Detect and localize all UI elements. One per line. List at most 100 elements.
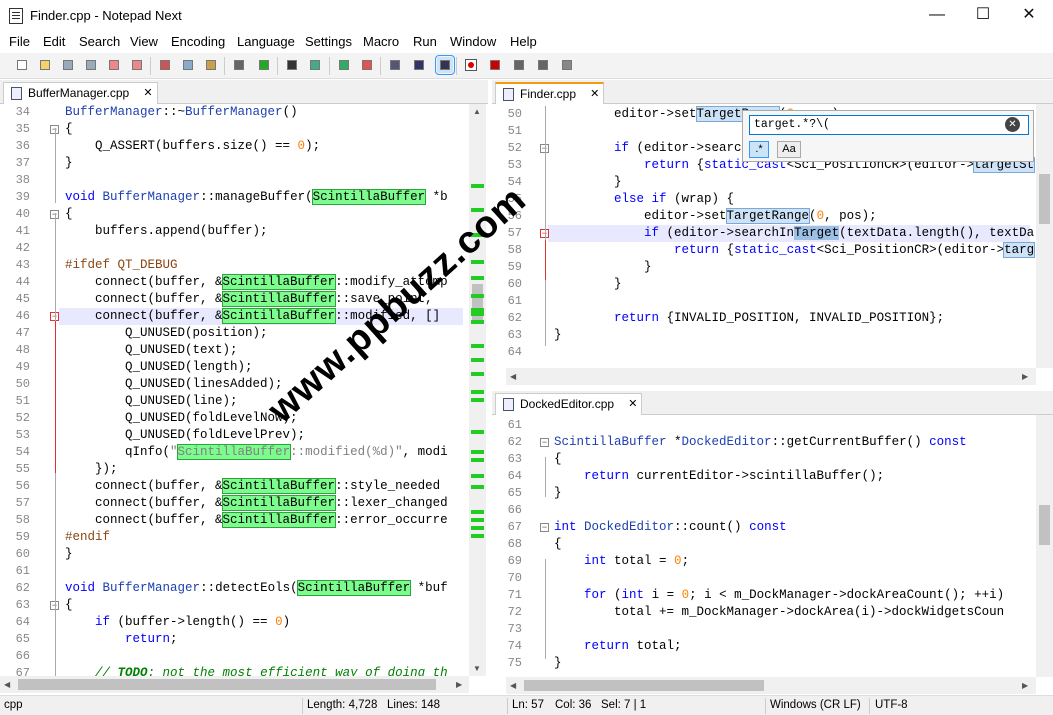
scroll-thumb[interactable] — [18, 679, 436, 690]
code-line[interactable]: } — [554, 174, 622, 191]
code-line[interactable]: } — [554, 655, 562, 672]
code-line[interactable]: total += m_DockManager->dockArea(i)->doc… — [554, 604, 1004, 621]
indent-guide-icon[interactable] — [435, 55, 455, 75]
code-line[interactable]: Q_UNUSED(linesAdded); — [65, 376, 283, 393]
scroll-left-icon[interactable]: ◀ — [510, 372, 516, 381]
match-case-toggle[interactable]: Aa — [777, 141, 801, 158]
find-input[interactable]: target.*?\( — [749, 115, 1029, 135]
code-line[interactable]: Q_ASSERT(buffers.size() == 0); — [65, 138, 320, 155]
record-macro-icon[interactable] — [463, 57, 479, 73]
code-line[interactable]: if (buffer->length() == 0) — [65, 614, 290, 631]
fold-marker-icon[interactable]: − — [540, 438, 549, 447]
tab-close-icon[interactable]: ✕ — [590, 84, 599, 104]
code-line[interactable]: buffers.append(buffer); — [65, 223, 268, 240]
find-icon[interactable] — [284, 57, 300, 73]
tab-close-icon[interactable]: ✕ — [143, 83, 152, 103]
maximize-button[interactable]: ☐ — [960, 0, 1006, 30]
code-line[interactable]: ScintillaBuffer *DockedEditor::getCurren… — [554, 434, 967, 451]
code-line[interactable]: return {INVALID_POSITION, INVALID_POSITI… — [554, 310, 944, 327]
paste-icon[interactable] — [203, 57, 219, 73]
scroll-down-icon[interactable]: ▼ — [473, 664, 481, 673]
code-line[interactable]: return currentEditor->scintillaBuffer(); — [554, 468, 884, 485]
code-line[interactable]: #endif — [65, 529, 110, 546]
save-icon[interactable] — [60, 57, 76, 73]
scroll-right-icon[interactable]: ▶ — [1022, 681, 1028, 690]
run-macro-multiple-icon[interactable] — [535, 57, 551, 73]
code-line[interactable]: Q_UNUSED(foldLevelPrev); — [65, 427, 305, 444]
menu-window[interactable]: Window — [450, 34, 496, 49]
open-file-icon[interactable] — [37, 57, 53, 73]
code-line[interactable]: int DockedEditor::count() const — [554, 519, 787, 536]
stop-record-icon[interactable] — [487, 57, 503, 73]
status-eol[interactable]: Windows (CR LF) — [770, 699, 861, 711]
fold-marker-icon[interactable]: − — [540, 523, 549, 532]
code-line[interactable]: else if (wrap) { — [554, 191, 734, 208]
scroll-thumb[interactable] — [1039, 174, 1050, 224]
scroll-right-icon[interactable]: ▶ — [456, 680, 462, 689]
code-line[interactable]: } — [554, 327, 562, 344]
menu-edit[interactable]: Edit — [43, 34, 65, 49]
code-line[interactable]: void BufferManager::detectEols(Scintilla… — [65, 580, 448, 597]
tab-dockededitor[interactable]: DockedEditor.cpp ✕ — [495, 393, 643, 415]
show-all-chars-icon[interactable] — [411, 57, 427, 73]
code-line[interactable]: int total = 0; — [554, 553, 689, 570]
code-line[interactable]: { — [65, 121, 73, 138]
clear-find-icon[interactable]: ✕ — [1005, 117, 1020, 132]
horizontal-scrollbar[interactable]: ◀ ▶ — [506, 677, 1036, 694]
tab-buffermanager[interactable]: BufferManager.cpp ✕ — [3, 82, 158, 104]
zoom-out-icon[interactable] — [359, 57, 375, 73]
minimize-button[interactable]: — — [914, 0, 960, 30]
scroll-up-icon[interactable]: ▲ — [473, 107, 481, 116]
code-line[interactable]: Q_UNUSED(foldLevelNow); — [65, 410, 298, 427]
undo-icon[interactable] — [231, 57, 247, 73]
redo-icon[interactable] — [256, 57, 272, 73]
code-line[interactable]: Q_UNUSED(length); — [65, 359, 253, 376]
new-file-icon[interactable] — [14, 57, 30, 73]
code-line[interactable]: Q_UNUSED(text); — [65, 342, 238, 359]
menu-view[interactable]: View — [130, 34, 158, 49]
regex-toggle[interactable]: .* — [749, 141, 769, 158]
horizontal-scrollbar[interactable]: ◀ ▶ — [0, 676, 469, 693]
code-line[interactable]: connect(buffer, &ScintillaBuffer::lexer_… — [65, 495, 448, 512]
horizontal-scrollbar[interactable]: ◀ ▶ — [506, 368, 1036, 385]
code-line[interactable]: } — [554, 485, 562, 502]
code-line[interactable]: connect(buffer, &ScintillaBuffer::error_… — [65, 512, 448, 529]
close-icon[interactable] — [106, 57, 122, 73]
code-line[interactable]: Q_UNUSED(line); — [65, 393, 238, 410]
code-line[interactable]: connect(buffer, &ScintillaBuffer::style_… — [65, 478, 440, 495]
cut-icon[interactable] — [157, 57, 173, 73]
close-window-button[interactable]: ✕ — [1006, 0, 1052, 30]
code-line[interactable]: { — [554, 536, 562, 553]
code-line[interactable]: } — [65, 155, 73, 172]
menu-file[interactable]: File — [9, 34, 30, 49]
code-line[interactable]: return total; — [554, 638, 682, 655]
code-line[interactable]: return {static_cast<Sci_PositionCR>(edit… — [554, 242, 1036, 259]
code-line[interactable]: void BufferManager::manageBuffer(Scintil… — [65, 189, 448, 206]
scroll-thumb[interactable] — [1039, 505, 1050, 545]
menu-run[interactable]: Run — [413, 34, 437, 49]
code-line[interactable]: if (editor->searchInTarget(textData.leng… — [554, 225, 1034, 242]
menu-help[interactable]: Help — [510, 34, 537, 49]
code-line[interactable]: Q_UNUSED(position); — [65, 325, 268, 342]
save-macro-icon[interactable] — [559, 57, 575, 73]
vertical-scrollbar[interactable] — [1036, 104, 1053, 368]
menu-settings[interactable]: Settings — [305, 34, 352, 49]
code-line[interactable]: for (int i = 0; i < m_DockManager->dockA… — [554, 587, 1004, 604]
scroll-left-icon[interactable]: ◀ — [4, 680, 10, 689]
menu-macro[interactable]: Macro — [363, 34, 399, 49]
code-line[interactable]: #ifdef QT_DEBUG — [65, 257, 178, 274]
code-line[interactable]: } — [554, 276, 622, 293]
code-line[interactable]: { — [554, 451, 562, 468]
code-line[interactable]: } — [65, 546, 73, 563]
save-all-icon[interactable] — [83, 57, 99, 73]
vertical-scrollbar[interactable] — [1036, 415, 1053, 677]
code-line[interactable]: return; — [65, 631, 178, 648]
scroll-right-icon[interactable]: ▶ — [1022, 372, 1028, 381]
code-line[interactable]: }); — [65, 461, 118, 478]
close-all-icon[interactable] — [129, 57, 145, 73]
copy-icon[interactable] — [180, 57, 196, 73]
play-macro-icon[interactable] — [511, 57, 527, 73]
tab-close-icon[interactable]: ✕ — [628, 394, 637, 414]
zoom-in-icon[interactable] — [336, 57, 352, 73]
menu-language[interactable]: Language — [237, 34, 295, 49]
